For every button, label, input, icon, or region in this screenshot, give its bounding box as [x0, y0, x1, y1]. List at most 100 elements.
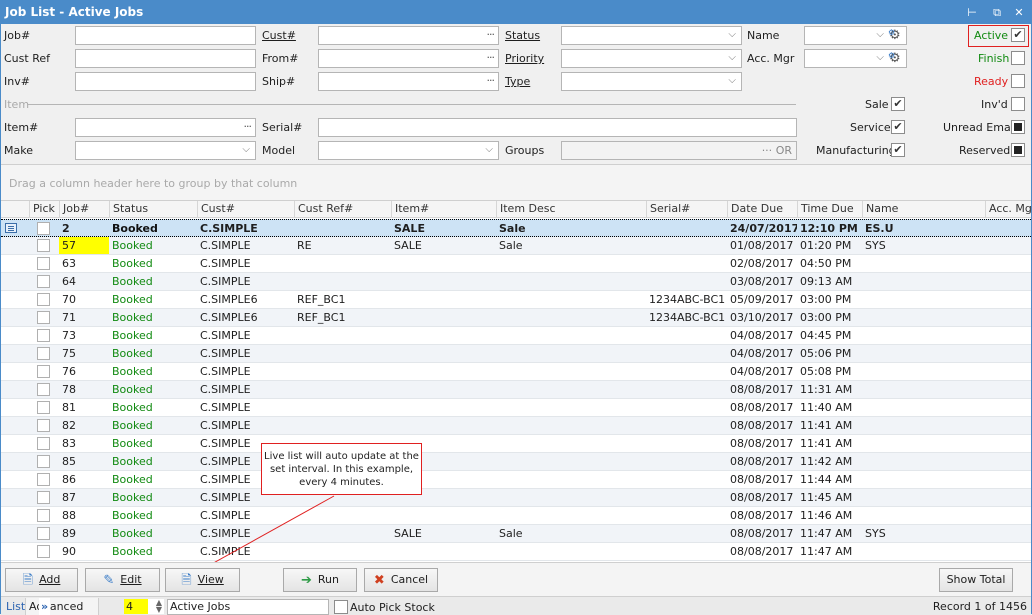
reserved-checkbox[interactable] [1011, 143, 1025, 157]
finish-checkbox[interactable] [1011, 51, 1025, 65]
pin-icon[interactable]: ⊢ [965, 6, 979, 20]
pick-checkbox[interactable] [37, 347, 50, 360]
model-select[interactable]: ⌵ [318, 141, 499, 160]
table-row[interactable]: 2 Booked C.SIMPLE SALE Sale 24/07/2017 12:10 P… [1, 219, 1031, 237]
group-by-panel[interactable]: Drag a column header here to group by th… [1, 164, 1031, 200]
pick-checkbox[interactable] [37, 365, 50, 378]
edit-button[interactable]: ✎ Edit [85, 568, 160, 592]
pick-checkbox[interactable] [37, 401, 50, 414]
column-header-item[interactable]: Item# [391, 201, 496, 218]
column-header-time-due[interactable]: Time Due [797, 201, 862, 218]
pick-checkbox[interactable] [37, 222, 50, 235]
ellipsis-icon[interactable]: ··· [487, 74, 495, 87]
unread-email-checkbox[interactable] [1011, 120, 1025, 134]
pick-checkbox[interactable] [37, 383, 50, 396]
invd-checkbox[interactable] [1011, 97, 1025, 111]
pick-checkbox[interactable] [37, 473, 50, 486]
table-row[interactable]: 88 Booked C.SIMPLE 08/08/2017 11:46 AM [1, 507, 1031, 525]
status-select[interactable]: ⌵ [561, 26, 742, 45]
ellipsis-icon[interactable]: ··· [487, 28, 495, 41]
column-header-pick[interactable]: Pick [29, 201, 59, 218]
accmgr-select[interactable]: ⌵ ⚙ ⚙ [804, 49, 907, 68]
cancel-button[interactable]: ✖ Cancel [364, 568, 438, 592]
table-row[interactable]: 87 Booked C.SIMPLE 08/08/2017 11:45 AM [1, 489, 1031, 507]
show-total-button[interactable]: Show Total [939, 568, 1013, 592]
table-row[interactable]: 73 Booked C.SIMPLE 04/08/2017 04:45 PM [1, 327, 1031, 345]
refresh-interval-value[interactable]: 4 [124, 599, 148, 614]
type-select[interactable]: ⌵ [561, 72, 742, 91]
table-row[interactable]: 63 Booked C.SIMPLE 02/08/2017 04:50 PM [1, 255, 1031, 273]
view-button[interactable]: 🗎 View [165, 568, 240, 592]
add-button[interactable]: 🗎 Add [5, 568, 78, 592]
ellipsis-icon[interactable]: ··· [487, 51, 495, 64]
gear-icon[interactable]: ⚙ ⚙ [888, 51, 905, 67]
table-row[interactable]: 64 Booked C.SIMPLE 03/08/2017 09:13 AM [1, 273, 1031, 291]
name-cell [862, 291, 985, 308]
column-header-custref[interactable]: Cust Ref# [294, 201, 391, 218]
column-header-name[interactable]: Name [862, 201, 985, 218]
table-row[interactable]: 83 Booked C.SIMPLE 08/08/2017 11:41 AM [1, 435, 1031, 453]
pick-checkbox[interactable] [37, 275, 50, 288]
column-header-cust[interactable]: Cust# [197, 201, 294, 218]
table-row[interactable]: 85 Booked C.SIMPLE 08/08/2017 11:42 AM [1, 453, 1031, 471]
table-row[interactable]: 90 Booked C.SIMPLE 08/08/2017 11:47 AM [1, 543, 1031, 561]
column-header-status[interactable]: Status [109, 201, 197, 218]
table-row[interactable]: 86 Booked C.SIMPLE 08/08/2017 11:44 AM [1, 471, 1031, 489]
groups-field[interactable]: ··· OR [561, 141, 797, 160]
table-row[interactable]: 57 Booked C.SIMPLE RE SALE Sale 01/08/2017 01:2… [1, 237, 1031, 255]
table-row[interactable]: 76 Booked C.SIMPLE 04/08/2017 05:08 PM [1, 363, 1031, 381]
cust-field[interactable]: ··· [318, 26, 499, 45]
ready-checkbox[interactable] [1011, 74, 1025, 88]
serial-field[interactable] [318, 118, 797, 137]
active-checkbox[interactable]: ✔ [1011, 28, 1025, 42]
run-button[interactable]: ➔ Run [283, 568, 357, 592]
pick-checkbox[interactable] [37, 257, 50, 270]
column-header-item-desc[interactable]: Item Desc [496, 201, 646, 218]
name-select[interactable]: ⌵ ⚙ ⚙ [804, 26, 907, 45]
make-select[interactable]: ⌵ [75, 141, 256, 160]
table-row[interactable]: 82 Booked C.SIMPLE 08/08/2017 11:41 AM [1, 417, 1031, 435]
pick-checkbox[interactable] [37, 329, 50, 342]
item-field[interactable]: ··· [75, 118, 256, 137]
job-field[interactable] [75, 26, 256, 45]
close-icon[interactable]: ✕ [1012, 6, 1026, 20]
priority-select[interactable]: ⌵ [561, 49, 742, 68]
ship-field[interactable]: ··· [318, 72, 499, 91]
inv-field[interactable] [75, 72, 256, 91]
pick-checkbox[interactable] [37, 419, 50, 432]
table-row[interactable]: 71 Booked C.SIMPLE6 REF_BC1 1234ABC-BC1 03/10… [1, 309, 1031, 327]
table-row[interactable]: 75 Booked C.SIMPLE 04/08/2017 05:06 PM [1, 345, 1031, 363]
table-row[interactable]: 70 Booked C.SIMPLE6 REF_BC1 1234ABC-BC1 05/09… [1, 291, 1031, 309]
custref-field[interactable] [75, 49, 256, 68]
ellipsis-icon[interactable]: ··· [762, 144, 773, 157]
pick-checkbox[interactable] [37, 491, 50, 504]
pick-checkbox[interactable] [37, 509, 50, 522]
tabs-overflow-icon[interactable]: » [39, 598, 51, 615]
restore-icon[interactable]: ⧉ [990, 6, 1004, 20]
gear-icon[interactable]: ⚙ ⚙ [888, 28, 905, 44]
pick-checkbox[interactable] [37, 311, 50, 324]
auto-pick-stock-checkbox[interactable] [334, 600, 348, 614]
tab-advanced-list[interactable]: Advanced List [25, 598, 99, 615]
column-header-job[interactable]: Job# [59, 201, 109, 218]
ellipsis-icon[interactable]: ··· [244, 120, 252, 133]
table-row[interactable]: 89 Booked C.SIMPLE SALE Sale 08/08/2017 11:47 … [1, 525, 1031, 543]
from-field[interactable]: ··· [318, 49, 499, 68]
pick-checkbox[interactable] [37, 437, 50, 450]
pick-checkbox[interactable] [37, 293, 50, 306]
table-row[interactable]: 81 Booked C.SIMPLE 08/08/2017 11:40 AM [1, 399, 1031, 417]
pick-checkbox[interactable] [37, 527, 50, 540]
service-checkbox[interactable]: ✔ [891, 120, 905, 134]
table-row[interactable]: 78 Booked C.SIMPLE 08/08/2017 11:31 AM [1, 381, 1031, 399]
pick-checkbox[interactable] [37, 239, 50, 252]
column-header-date-due[interactable]: Date Due [727, 201, 797, 218]
refresh-interval-spinner[interactable]: 4 ▲ ▼ [124, 599, 164, 614]
pick-checkbox[interactable] [37, 545, 50, 558]
column-header-serial[interactable]: Serial# [646, 201, 727, 218]
column-header-acc-mgr[interactable]: Acc. Mgr [985, 201, 1031, 218]
spinner-arrows-icon[interactable]: ▲ ▼ [156, 599, 162, 614]
manufacturing-checkbox[interactable]: ✔ [891, 143, 905, 157]
pick-checkbox[interactable] [37, 455, 50, 468]
sale-checkbox[interactable]: ✔ [891, 97, 905, 111]
list-name-field[interactable]: Active Jobs [167, 599, 329, 615]
